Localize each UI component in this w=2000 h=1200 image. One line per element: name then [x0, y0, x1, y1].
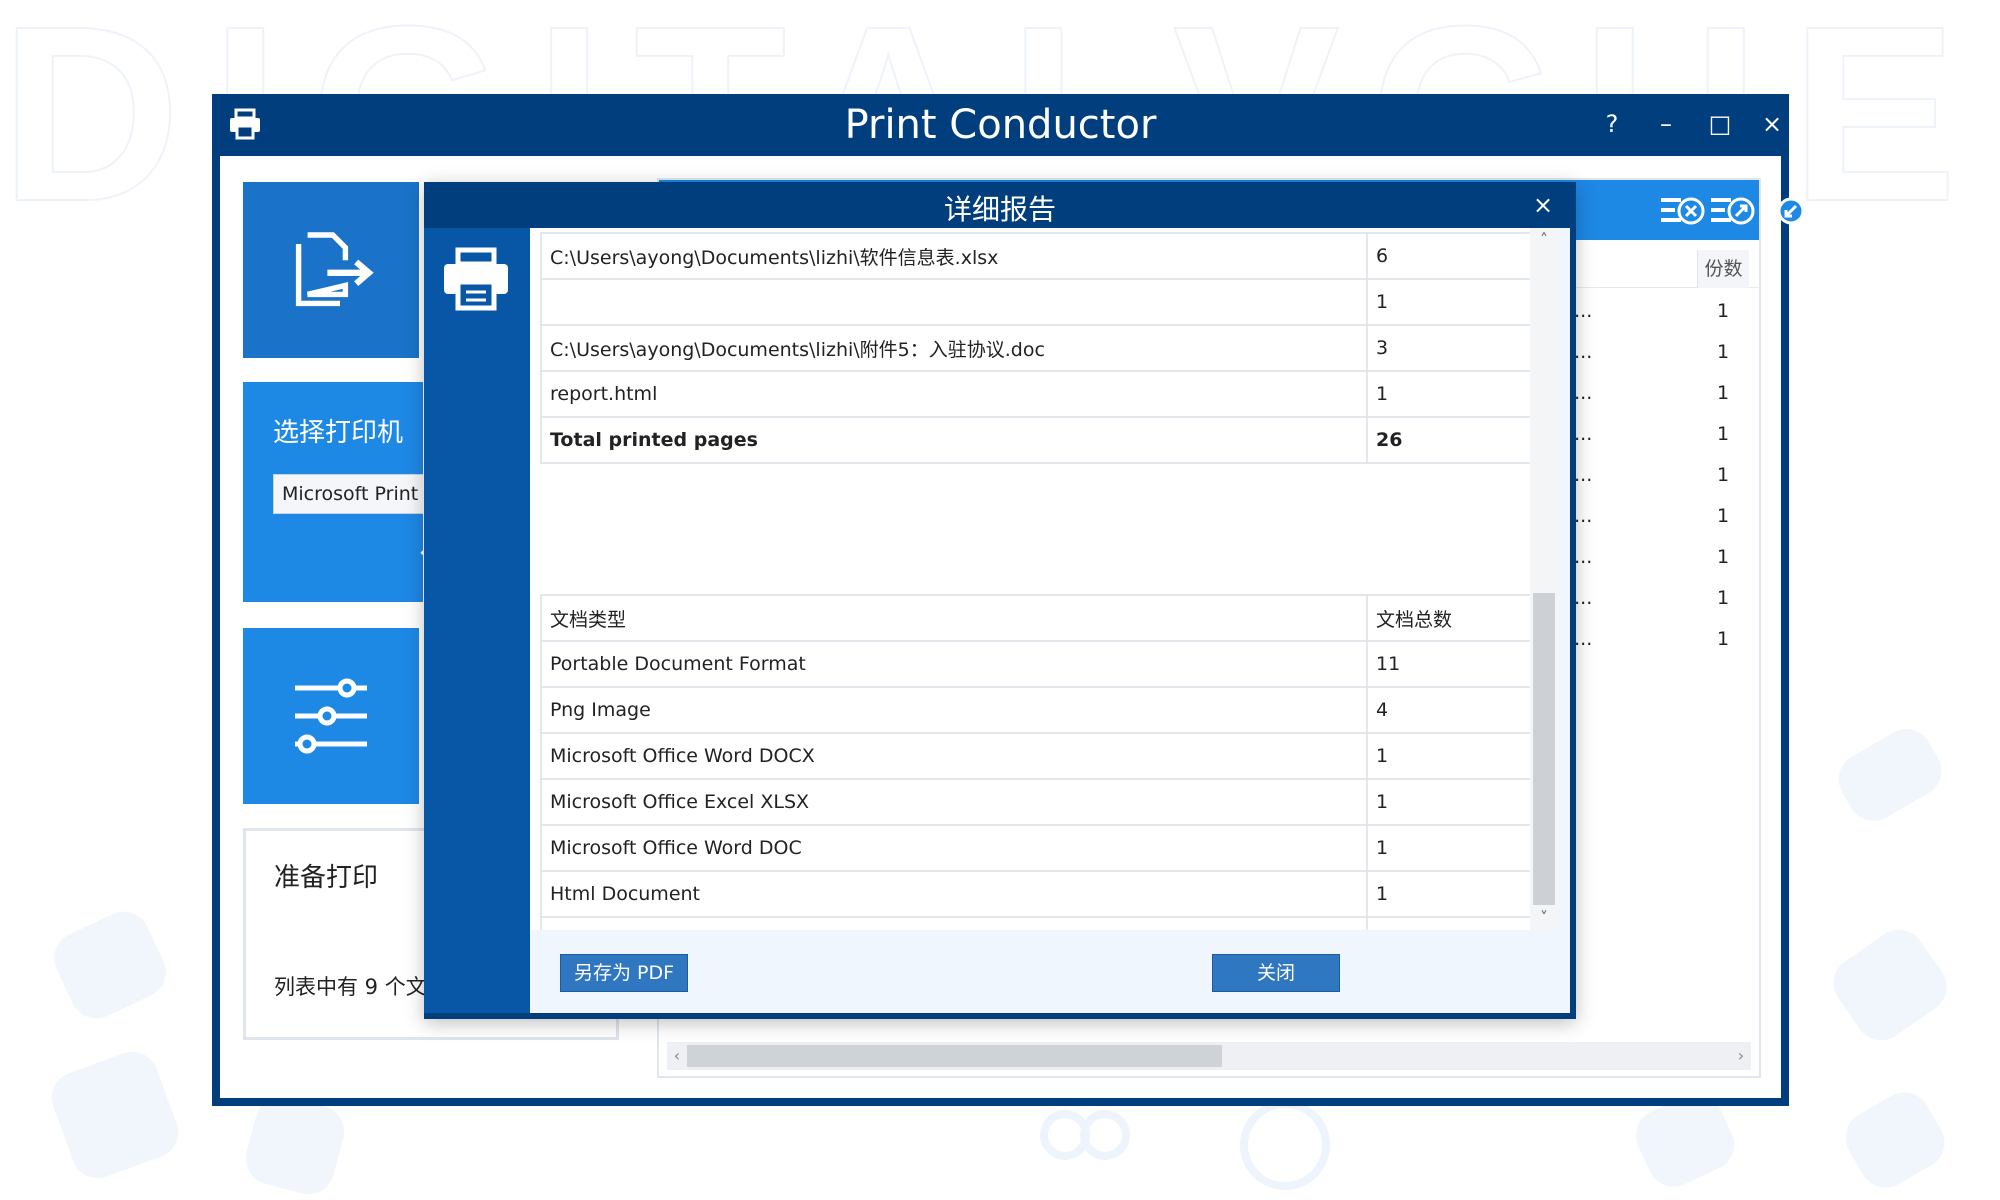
table-row: Microsoft Office Excel XLSX 1	[540, 778, 1530, 826]
doc-count-cell: 11	[1366, 640, 1530, 688]
background-decoration	[1823, 919, 1957, 1051]
file-name-cell: C:\Users\ayong\Documents\lizhi\附件5：入驻协议.…	[540, 324, 1368, 372]
total-pages-value: 26	[1366, 416, 1530, 464]
settings-button[interactable]	[243, 628, 419, 804]
help-button[interactable]: ?	[1592, 104, 1632, 144]
background-decoration	[1240, 1100, 1330, 1190]
doc-type-cell: Microsoft Office Excel XLSX	[540, 778, 1368, 826]
printer-settings-arrows-icon[interactable]: ⇅	[419, 542, 423, 577]
background-decoration	[1829, 719, 1951, 831]
scroll-up-arrow[interactable]: ˄	[1530, 228, 1558, 252]
column-header-count: 文档总数	[1366, 594, 1530, 642]
column-header-copies[interactable]: 份数	[1697, 250, 1749, 288]
document-types-table: 文档类型 文档总数 Portable Document Format 11 Pn…	[540, 594, 1530, 930]
file-name-cell	[540, 278, 1368, 326]
close-dialog-button[interactable]: 关闭	[1212, 954, 1340, 992]
file-copies: 1	[1716, 300, 1730, 322]
file-copies: 1	[1716, 382, 1730, 404]
dialog-sidebar	[424, 228, 530, 1013]
total-pages-row: Total printed pages 26	[540, 416, 1530, 464]
report-content: C:\Users\ayong\Documents\lizhi\软件信息表.xls…	[530, 228, 1530, 930]
status-file-count: 列表中有 9 个文	[274, 975, 427, 999]
file-name-cell: C:\Users\ayong\Documents\lizhi\软件信息表.xls…	[540, 232, 1368, 280]
page-count-cell: 1	[1366, 370, 1530, 418]
minimize-button[interactable]: –	[1646, 104, 1686, 144]
file-copies: 1	[1716, 341, 1730, 363]
table-row: Microsoft Office Word DOC 1	[540, 824, 1530, 872]
printer-dropdown[interactable]: Microsoft Print	[273, 474, 423, 514]
total-documents-label: Total printed documents	[540, 916, 1368, 930]
remove-printed-icon[interactable]	[1759, 194, 1807, 228]
dialog-body: C:\Users\ayong\Documents\lizhi\软件信息表.xls…	[530, 228, 1570, 1013]
table-row: Png Image 4	[540, 686, 1530, 734]
page-count-cell: 1	[1366, 278, 1530, 326]
scrollbar-thumb[interactable]	[687, 1045, 1222, 1067]
table-row: C:\Users\ayong\Documents\lizhi\附件5：入驻协议.…	[540, 324, 1530, 372]
doc-type-cell: Html Document	[540, 870, 1368, 918]
doc-type-cell: Png Image	[540, 686, 1368, 734]
table-row: Microsoft Office Word DOCX 1	[540, 732, 1530, 780]
table-row: Html Document 1	[540, 870, 1530, 918]
doc-count-cell: 4	[1366, 686, 1530, 734]
add-files-icon	[295, 232, 374, 307]
background-decoration	[45, 903, 175, 1027]
status-title: 准备打印	[274, 863, 379, 893]
total-documents-row: Total printed documents 19	[540, 916, 1530, 930]
dialog-title-bar: 详细报告 ×	[424, 182, 1576, 228]
doc-type-cell: Microsoft Office Word DOC	[540, 824, 1368, 872]
background-decoration	[239, 1089, 351, 1200]
doc-count-cell: 1	[1366, 870, 1530, 918]
file-copies: 1	[1716, 505, 1730, 527]
file-name-cell: report.html	[540, 370, 1368, 418]
background-decoration	[1836, 1082, 1954, 1198]
close-button[interactable]: ×	[1752, 104, 1792, 144]
maximize-button[interactable]: □	[1700, 104, 1740, 144]
doc-type-cell: Portable Document Format	[540, 640, 1368, 688]
scroll-down-arrow[interactable]: ˅	[1530, 906, 1558, 930]
app-title: Print Conductor	[844, 102, 1157, 148]
printer-label: 选择打印机	[273, 418, 404, 448]
doc-count-cell: 1	[1366, 824, 1530, 872]
background-decoration	[1080, 1110, 1130, 1160]
vertical-scrollbar[interactable]: ˄ ˅	[1530, 228, 1558, 930]
file-copies: 1	[1716, 587, 1730, 609]
printer-icon	[444, 247, 508, 311]
file-copies: 1	[1716, 546, 1730, 568]
table-header-row: 文档类型 文档总数	[540, 594, 1530, 642]
scrollbar-thumb[interactable]	[1533, 593, 1555, 905]
background-decoration	[44, 1044, 186, 1186]
table-row: Portable Document Format 11	[540, 640, 1530, 688]
file-copies: 1	[1716, 628, 1730, 650]
remove-selected-icon[interactable]	[1659, 194, 1707, 228]
scroll-right-arrow[interactable]: ›	[1731, 1042, 1751, 1070]
doc-count-cell: 1	[1366, 732, 1530, 780]
table-row: C:\Users\ayong\Documents\lizhi\软件信息表.xls…	[540, 232, 1530, 280]
doc-count-cell: 1	[1366, 778, 1530, 826]
file-copies: 1	[1716, 423, 1730, 445]
remove-all-icon[interactable]	[1709, 194, 1757, 228]
column-header-type: 文档类型	[540, 594, 1368, 642]
doc-type-cell: Microsoft Office Word DOCX	[540, 732, 1368, 780]
page-count-cell: 6	[1366, 232, 1530, 280]
sliders-icon	[295, 678, 367, 754]
printed-pages-table: C:\Users\ayong\Documents\lizhi\软件信息表.xls…	[540, 232, 1530, 464]
printer-selection-panel: 选择打印机 Microsoft Print ⇅	[243, 382, 423, 602]
total-pages-label: Total printed pages	[540, 416, 1368, 464]
dialog-title: 详细报告	[943, 193, 1056, 226]
scroll-left-arrow[interactable]: ‹	[667, 1042, 687, 1070]
horizontal-scrollbar[interactable]: ‹ ›	[667, 1042, 1751, 1070]
table-row: 1	[540, 278, 1530, 326]
title-bar: Print Conductor ? – □ ×	[212, 94, 1789, 156]
table-row: report.html 1	[540, 370, 1530, 418]
page-count-cell: 3	[1366, 324, 1530, 372]
file-copies: 1	[1716, 464, 1730, 486]
total-documents-value: 19	[1366, 916, 1530, 930]
dialog-close-button[interactable]: ×	[1526, 186, 1560, 224]
add-files-button[interactable]	[243, 182, 419, 358]
save-as-pdf-button[interactable]: 另存为 PDF	[560, 954, 688, 992]
report-dialog: 详细报告 × C:\Users\ayong\Documents\lizhi\软件…	[424, 182, 1576, 1019]
